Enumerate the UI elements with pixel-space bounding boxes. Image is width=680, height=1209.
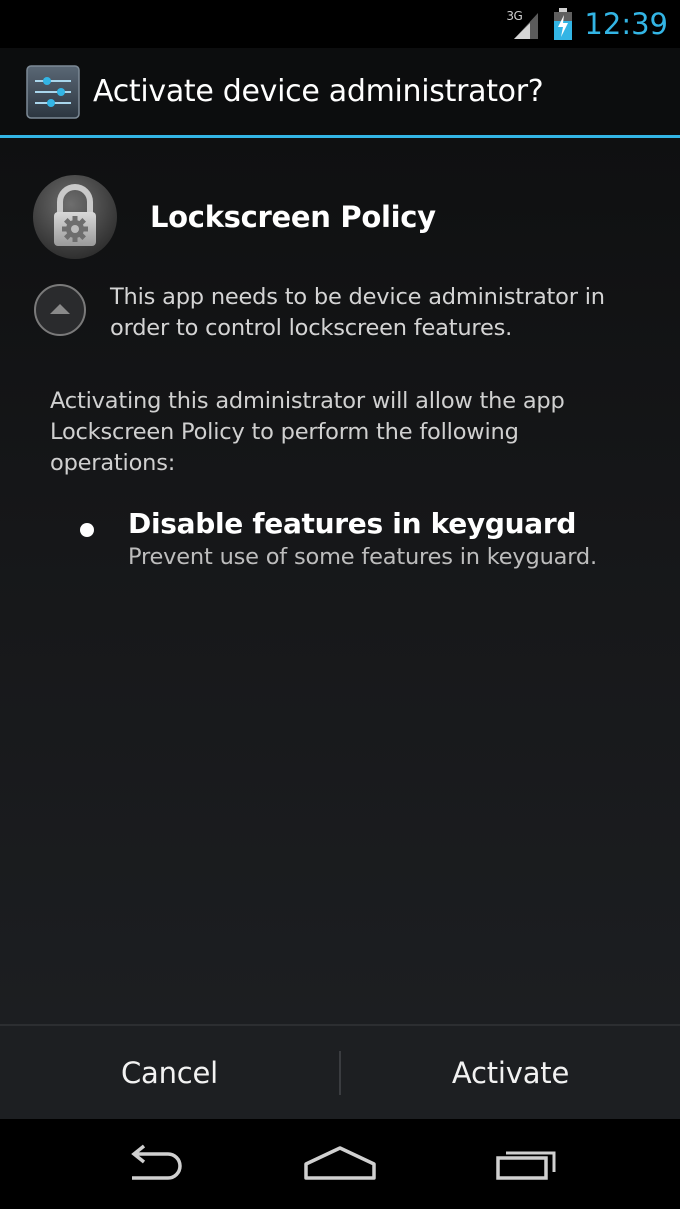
status-bar: 3G 12:39 xyxy=(0,0,680,48)
cancel-button[interactable]: Cancel xyxy=(0,1026,339,1119)
network-type: 3G xyxy=(506,9,523,23)
bullet-icon xyxy=(80,523,94,537)
policy-description: Prevent use of some features in keyguard… xyxy=(128,544,597,570)
recent-apps-icon[interactable] xyxy=(482,1134,572,1194)
status-icons: 3G 12:39 xyxy=(506,0,668,48)
settings-sliders-icon xyxy=(25,64,81,120)
policy-title: Disable features in keyguard xyxy=(128,507,577,540)
dialog-content: Lockscreen Policy This app needs to be d… xyxy=(0,138,680,1024)
policy-item: Disable features in keyguard Prevent use… xyxy=(80,506,597,572)
collapse-toggle-icon[interactable] xyxy=(32,282,88,338)
app-description-row: This app needs to be device administrato… xyxy=(32,282,630,344)
policy-texts: Disable features in keyguard Prevent use… xyxy=(128,506,597,572)
activate-button[interactable]: Activate xyxy=(341,1026,680,1119)
home-icon[interactable] xyxy=(295,1134,385,1194)
app-header: Lockscreen Policy xyxy=(32,174,436,260)
lock-gear-icon xyxy=(32,174,118,260)
dialog-button-bar: Cancel Activate xyxy=(0,1024,680,1119)
back-icon[interactable] xyxy=(108,1134,198,1194)
activating-message: Activating this administrator will allow… xyxy=(50,388,565,476)
clock: 12:39 xyxy=(584,7,668,41)
battery-icon xyxy=(552,7,574,41)
app-description: This app needs to be device administrato… xyxy=(110,284,605,341)
dialog-title: Activate device administrator? xyxy=(93,74,544,109)
navigation-bar xyxy=(0,1119,680,1209)
signal-icon: 3G xyxy=(506,7,542,41)
app-name: Lockscreen Policy xyxy=(150,200,436,234)
dialog-title-bar: Activate device administrator? xyxy=(0,48,680,135)
